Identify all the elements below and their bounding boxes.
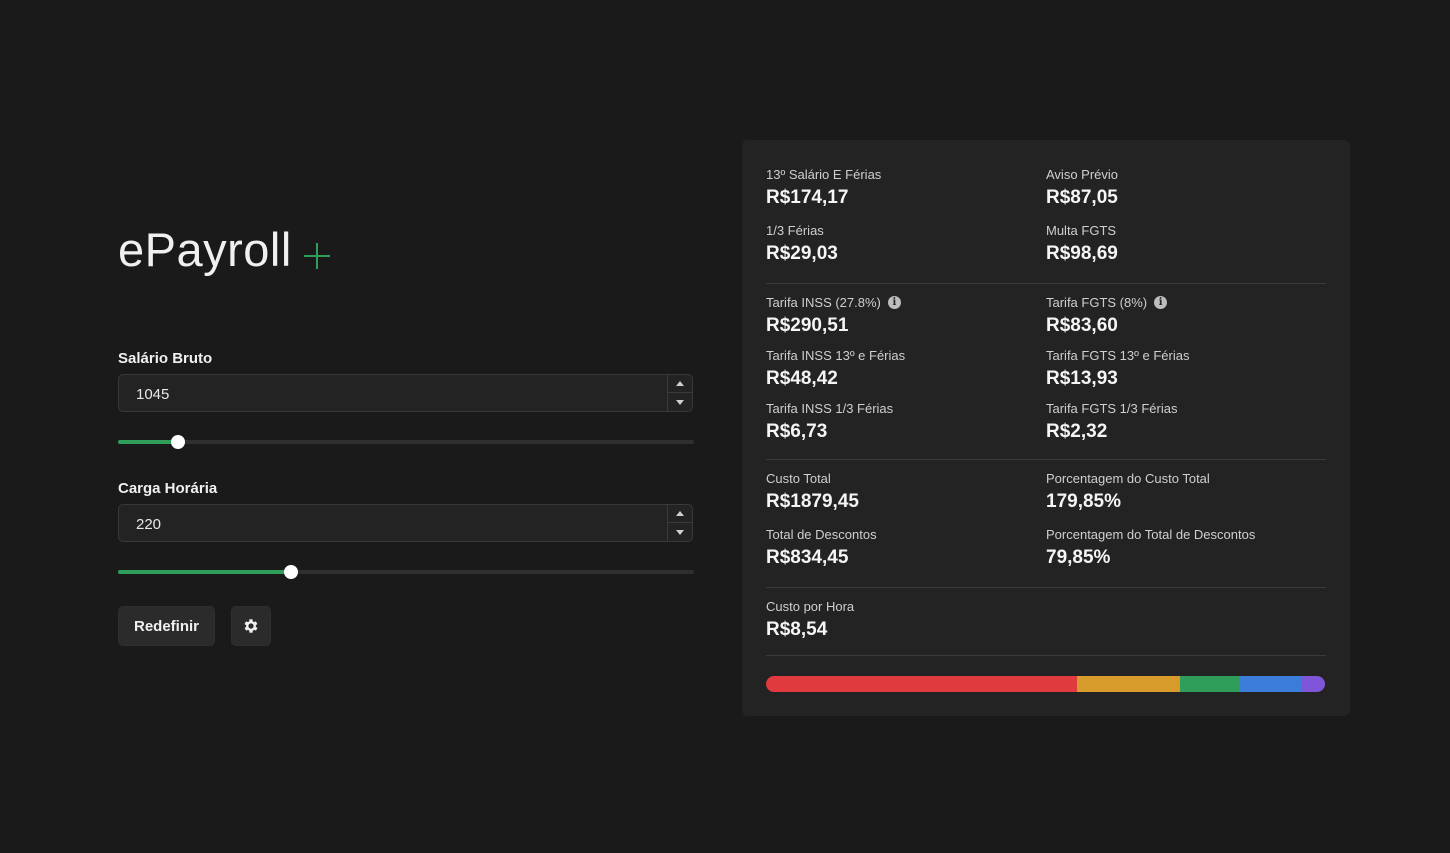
- result-value: R$6,73: [766, 421, 828, 442]
- hours-increment-button[interactable]: [668, 505, 692, 523]
- salary-input[interactable]: 1045: [118, 374, 693, 412]
- chevron-down-icon: [676, 399, 684, 405]
- result-tarifa-inss: Tarifa INSS (27.8%) i R$290,51: [766, 295, 901, 337]
- result-value: R$87,05: [1046, 187, 1118, 208]
- result-value: 179,85%: [1046, 491, 1122, 512]
- result-value: R$1879,45: [766, 491, 859, 512]
- app-logo: ePayroll: [118, 222, 330, 277]
- result-label: Tarifa INSS (27.8%) i: [766, 295, 901, 310]
- result-value: R$98,69: [1046, 243, 1118, 264]
- result-pct-custo-total: Porcentagem do Custo Total 179,85%: [1046, 471, 1210, 513]
- result-label-text: Tarifa INSS (27.8%): [766, 295, 881, 310]
- result-custo-hora: Custo por Hora R$8,54: [766, 599, 854, 641]
- result-value: R$48,42: [766, 368, 838, 389]
- salary-value: 1045: [136, 386, 170, 403]
- result-custo-total: Custo Total R$1879,45: [766, 471, 859, 513]
- gear-icon: [244, 619, 258, 633]
- result-tarifa-inss-terco: Tarifa INSS 1/3 Férias R$6,73: [766, 401, 893, 443]
- result-tarifa-inss-13: Tarifa INSS 13º e Férias R$48,42: [766, 348, 905, 390]
- result-value: R$8,54: [766, 619, 828, 640]
- breakdown-segment-3: [1180, 676, 1240, 692]
- result-value: R$29,03: [766, 243, 838, 264]
- info-icon[interactable]: i: [1154, 296, 1168, 309]
- result-label: Tarifa FGTS 13º e Férias: [1046, 348, 1190, 363]
- result-label: Tarifa FGTS (8%) i: [1046, 295, 1168, 310]
- divider: [766, 655, 1326, 656]
- result-multa-fgts: Multa FGTS R$98,69: [1046, 223, 1118, 265]
- result-label: Tarifa INSS 13º e Férias: [766, 348, 906, 363]
- result-value: R$290,51: [766, 315, 849, 336]
- result-value: R$2,32: [1046, 421, 1108, 442]
- result-label: Custo por Hora: [766, 599, 855, 614]
- result-label: Porcentagem do Total de Descontos: [1046, 527, 1256, 542]
- result-total-descontos: Total de Descontos R$834,45: [766, 527, 877, 569]
- reset-button[interactable]: Redefinir: [118, 606, 215, 646]
- breakdown-segment-5: [1300, 676, 1325, 692]
- slider-thumb[interactable]: [283, 565, 298, 579]
- result-pct-total-descontos: Porcentagem do Total de Descontos 79,85%: [1046, 527, 1255, 569]
- chevron-down-icon: [676, 529, 684, 535]
- result-label-text: Tarifa FGTS (8%): [1046, 295, 1148, 310]
- breakdown-segment-1: [766, 676, 1078, 692]
- hours-label: Carga Horária: [118, 480, 218, 497]
- info-icon[interactable]: i: [887, 296, 901, 309]
- chevron-up-icon: [676, 381, 684, 386]
- result-label: Aviso Prévio: [1046, 167, 1119, 182]
- result-value: R$13,93: [1046, 368, 1118, 389]
- slider-track: [118, 440, 694, 444]
- results-panel: 13º Salário E Férias R$174,17 Aviso Prév…: [742, 140, 1350, 716]
- salary-decrement-button[interactable]: [668, 393, 692, 411]
- result-value: R$83,60: [1046, 315, 1118, 336]
- result-value: R$174,17: [766, 187, 849, 208]
- result-um-terco-ferias: 1/3 Férias R$29,03: [766, 223, 838, 265]
- cost-breakdown-bar: [766, 676, 1325, 692]
- breakdown-segment-4: [1239, 676, 1301, 692]
- result-label: Multa FGTS: [1046, 223, 1117, 238]
- result-tarifa-fgts-13: Tarifa FGTS 13º e Férias R$13,93: [1046, 348, 1189, 390]
- hours-slider[interactable]: [118, 565, 694, 579]
- result-label: Porcentagem do Custo Total: [1046, 471, 1210, 486]
- result-tarifa-fgts-terco: Tarifa FGTS 1/3 Férias R$2,32: [1046, 401, 1177, 443]
- result-label: Tarifa INSS 1/3 Férias: [766, 401, 894, 416]
- slider-fill: [118, 440, 178, 444]
- result-label: 13º Salário E Férias: [766, 167, 882, 182]
- breakdown-segment-2: [1077, 676, 1181, 692]
- app-title: ePayroll: [118, 223, 292, 276]
- settings-button[interactable]: [231, 606, 271, 646]
- result-label: 1/3 Férias: [766, 223, 824, 238]
- divider: [766, 587, 1326, 588]
- hours-decrement-button[interactable]: [668, 523, 692, 541]
- result-aviso-previo: Aviso Prévio R$87,05: [1046, 167, 1118, 209]
- hours-value: 220: [136, 516, 162, 533]
- salary-slider[interactable]: [118, 435, 694, 449]
- divider: [766, 459, 1326, 460]
- result-label: Total de Descontos: [766, 527, 877, 542]
- result-label: Tarifa FGTS 1/3 Férias: [1046, 401, 1178, 416]
- divider: [766, 283, 1326, 284]
- plus-icon: [303, 242, 330, 269]
- result-value: 79,85%: [1046, 547, 1111, 568]
- result-value: R$834,45: [766, 547, 849, 568]
- chevron-up-icon: [676, 511, 684, 516]
- slider-thumb[interactable]: [170, 435, 185, 449]
- salary-label: Salário Bruto: [118, 350, 213, 367]
- result-decimo-ferias: 13º Salário E Férias R$174,17: [766, 167, 881, 209]
- result-label: Custo Total: [766, 471, 831, 486]
- salary-stepper[interactable]: [667, 375, 692, 411]
- salary-increment-button[interactable]: [668, 375, 692, 393]
- hours-stepper[interactable]: [667, 505, 692, 541]
- slider-fill: [118, 570, 291, 574]
- hours-input[interactable]: 220: [118, 504, 693, 542]
- result-tarifa-fgts: Tarifa FGTS (8%) i R$83,60: [1046, 295, 1168, 337]
